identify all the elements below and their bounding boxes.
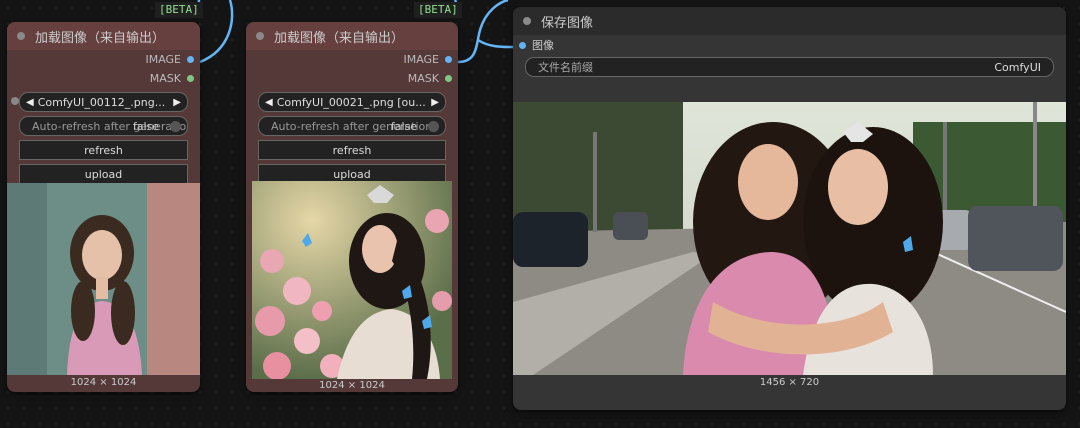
- output-image-label: IMAGE: [403, 53, 439, 66]
- toggle-knob-icon[interactable]: [170, 120, 181, 132]
- output-image[interactable]: IMAGE: [7, 50, 200, 69]
- image-dimensions: 1024 × 1024: [70, 377, 137, 388]
- arrow-left-icon[interactable]: ◀: [265, 97, 273, 108]
- saved-image-preview: [513, 102, 1066, 375]
- arrow-left-icon[interactable]: ◀: [26, 97, 34, 108]
- image-output-slot-icon[interactable]: [445, 56, 452, 63]
- image-dimensions: 1024 × 1024: [319, 380, 385, 391]
- node-title-bar[interactable]: 加载图像（来自输出）: [7, 22, 200, 50]
- output-image[interactable]: IMAGE: [246, 50, 458, 69]
- image-input-slot-icon[interactable]: [519, 41, 526, 49]
- beta-badge: [BETA]: [155, 2, 203, 18]
- toggle-value: false: [390, 119, 417, 133]
- preview-image-2: [252, 181, 452, 379]
- mask-output-slot-icon[interactable]: [445, 75, 452, 82]
- preview-image-2-art: [252, 181, 452, 379]
- output-mask[interactable]: MASK: [7, 69, 200, 88]
- image-file-combo[interactable]: ◀ ComfyUI_00112_.png... ▶: [19, 92, 188, 112]
- image-file-value: ComfyUI_00112_.png...: [37, 95, 166, 109]
- image-dimensions: 1456 × 720: [759, 377, 820, 388]
- image-file-combo[interactable]: ◀ ComfyUI_00021_.png [ou... ▶: [258, 92, 446, 112]
- refresh-button[interactable]: refresh: [258, 140, 446, 160]
- combo-input-slot-icon[interactable]: [11, 97, 19, 105]
- filename-prefix-field[interactable]: 文件名前缀 ComfyUI: [525, 57, 1054, 77]
- preview-image-1-art: [7, 183, 200, 375]
- toggle-label: Auto-refresh after generation: [32, 119, 188, 133]
- image-file-value: ComfyUI_00021_.png [ou...: [276, 95, 426, 109]
- output-mask[interactable]: MASK: [246, 69, 458, 88]
- output-mask-label: MASK: [407, 72, 439, 85]
- arrow-right-icon[interactable]: ▶: [173, 97, 181, 108]
- output-mask-label: MASK: [149, 72, 181, 85]
- auto-refresh-toggle[interactable]: Auto-refresh after generation false: [258, 116, 446, 136]
- wire-load2-to-save: [457, 0, 509, 64]
- toggle-knob-icon[interactable]: [428, 120, 439, 132]
- node-title-bar[interactable]: 保存图像: [513, 7, 1066, 35]
- filename-prefix-label: 文件名前缀: [538, 61, 593, 74]
- wire-save-in: [477, 38, 519, 49]
- refresh-button[interactable]: refresh: [19, 140, 188, 160]
- beta-badge: [BETA]: [414, 2, 462, 18]
- collapse-dot-icon[interactable]: [256, 32, 264, 40]
- saved-image-art: [513, 102, 1066, 375]
- mask-output-slot-icon[interactable]: [187, 75, 194, 82]
- collapse-dot-icon[interactable]: [17, 32, 25, 40]
- arrow-right-icon[interactable]: ▶: [431, 97, 439, 108]
- collapse-dot-icon[interactable]: [523, 17, 531, 25]
- node-title: 加载图像（来自输出）: [274, 30, 405, 46]
- node-title-bar[interactable]: 加载图像（来自输出）: [246, 22, 458, 50]
- upload-button[interactable]: upload: [19, 164, 188, 184]
- node-title: 加载图像（来自输出）: [35, 30, 166, 46]
- wire-load1-out: [199, 0, 234, 64]
- preview-image-1: [7, 183, 200, 375]
- image-output-slot-icon[interactable]: [187, 56, 194, 63]
- node-title: 保存图像: [541, 15, 594, 31]
- image-input-label: 图像: [532, 39, 554, 52]
- image-input[interactable]: 图像: [513, 35, 1066, 55]
- output-image-label: IMAGE: [145, 53, 181, 66]
- filename-prefix-value: ComfyUI: [994, 60, 1041, 74]
- auto-refresh-toggle[interactable]: Auto-refresh after generation false: [19, 116, 188, 136]
- toggle-value: false: [132, 119, 159, 133]
